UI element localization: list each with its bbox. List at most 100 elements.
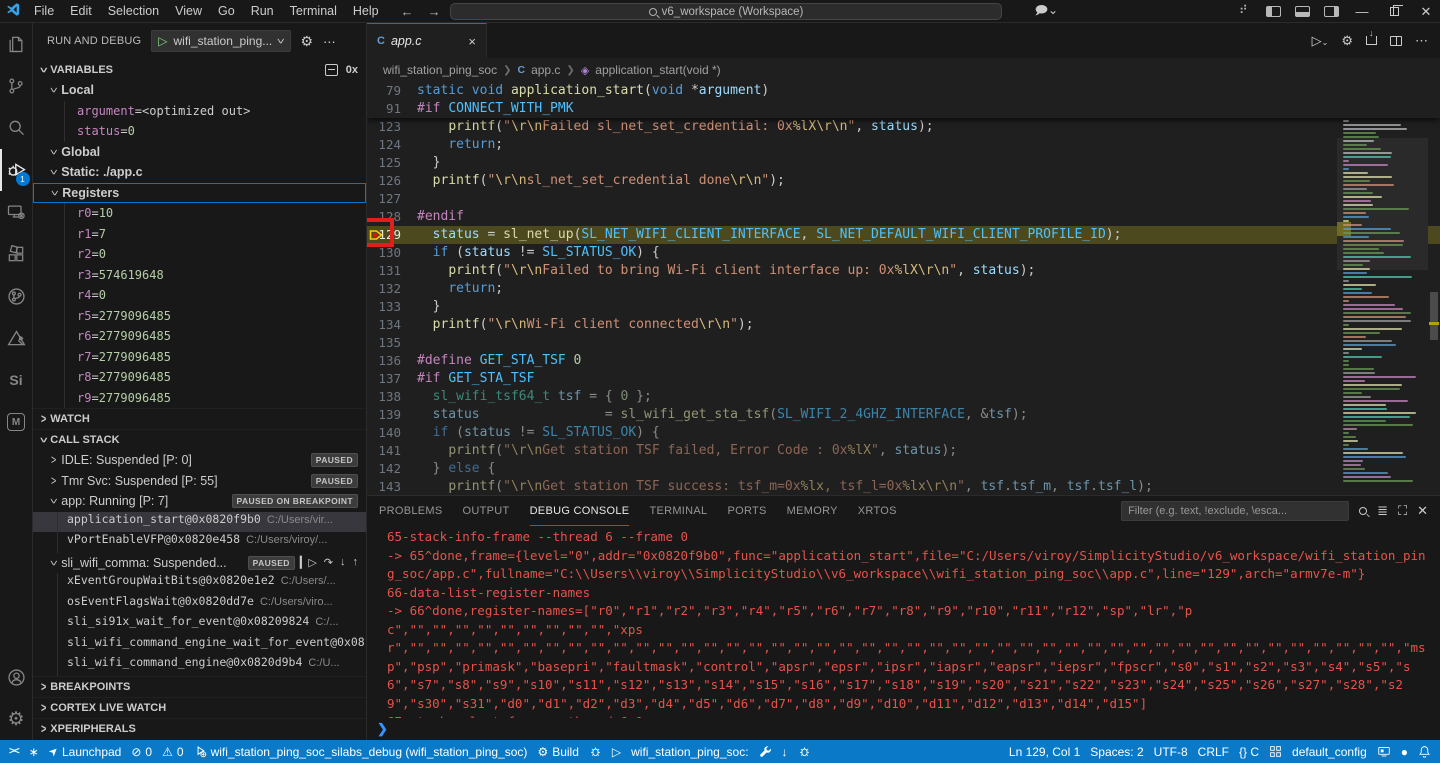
tab-app-c[interactable]: C app.c ×: [367, 23, 487, 58]
statusbar-remote[interactable]: ><: [4, 740, 24, 763]
scrollbar-thumb[interactable]: [1430, 292, 1438, 340]
tools-triangle-icon[interactable]: [0, 317, 33, 359]
variables-group-registers[interactable]: >Registers: [33, 183, 366, 204]
statusbar-wrench[interactable]: [754, 740, 777, 763]
variable-row[interactable]: r6 = 2779096485: [33, 326, 366, 347]
statusbar-debug-alt[interactable]: wifi_station_ping_soc_silabs_debug (wifi…: [189, 740, 533, 763]
debug-console-input[interactable]: ❯: [367, 718, 1440, 740]
toggle-sidebar-icon[interactable]: [1266, 6, 1281, 17]
account-icon[interactable]: [0, 656, 33, 698]
code-line-130[interactable]: 130 if (status != SL_STATUS_OK) {: [367, 244, 1440, 262]
menu-bar[interactable]: FileEditSelectionViewGoRunTerminalHelp: [26, 4, 387, 18]
filter-lines-icon[interactable]: ≣: [1377, 503, 1388, 519]
variable-row[interactable]: r8 = 2779096485: [33, 367, 366, 388]
minimap[interactable]: [1337, 82, 1428, 495]
statusbar-arrow-down[interactable]: ↓: [777, 740, 793, 763]
statusbar-bug[interactable]: [584, 740, 607, 763]
statusbar--c[interactable]: {} C: [1234, 740, 1264, 763]
editor-gear-icon[interactable]: ⚙: [1341, 33, 1353, 49]
variables-group-global[interactable]: >Global: [33, 142, 366, 163]
variable-row[interactable]: r2 = 0: [33, 244, 366, 265]
statusbar-wifi-station-ping-soc-[interactable]: wifi_station_ping_soc:: [626, 740, 753, 763]
stack-frame[interactable]: osEventFlagsWait@0x0820dd7eC:/Users/viro…: [33, 594, 366, 615]
statusbar-utf-8[interactable]: UTF-8: [1149, 740, 1193, 763]
remote-explorer-icon[interactable]: [0, 191, 33, 233]
statusbar-screen[interactable]: [1372, 740, 1396, 763]
code-lines[interactable]: 123 printf("\r\nFailed sl_net_set_creden…: [367, 118, 1440, 495]
variable-row[interactable]: r1 = 7: [33, 224, 366, 245]
statusbar-error[interactable]: ⊘0: [126, 740, 157, 763]
minimize-button[interactable]: —: [1348, 4, 1376, 19]
forward-icon[interactable]: →: [428, 4, 441, 19]
code-line-141[interactable]: 141 printf("\r\nGet station TSF failed, …: [367, 442, 1440, 460]
statusbar-grid[interactable]: [1264, 740, 1287, 763]
statusbar-gear[interactable]: ⚙Build: [532, 740, 583, 763]
variable-row[interactable]: argument = <optimized out>: [33, 101, 366, 122]
source-control-icon[interactable]: [0, 65, 33, 107]
code-line-133[interactable]: 133 }: [367, 298, 1440, 316]
toggle-secondary-sidebar-icon[interactable]: [1324, 6, 1339, 17]
explorer-icon[interactable]: [0, 23, 33, 65]
filter-input[interactable]: Filter (e.g. text, !exclude, \esca...: [1121, 501, 1349, 521]
statusbar-bell[interactable]: [1413, 740, 1436, 763]
menu-help[interactable]: Help: [345, 4, 387, 18]
code-line-138[interactable]: 138 sl_wifi_tsf64_t tsf = { 0 };: [367, 388, 1440, 406]
thread-row[interactable]: >app: Running [P: 7]PAUSED ON BREAKPOINT: [33, 491, 366, 512]
breadcrumb-project[interactable]: wifi_station_ping_soc: [383, 63, 497, 77]
panel-tab-output[interactable]: OUTPUT: [463, 496, 510, 526]
debug-config-dropdown[interactable]: ▷ wifi_station_ping... >: [151, 30, 290, 52]
variable-row[interactable]: r4 = 0: [33, 285, 366, 306]
back-icon[interactable]: ←: [401, 4, 414, 19]
panel-tab-memory[interactable]: MEMORY: [787, 496, 838, 526]
extensions-icon[interactable]: [0, 233, 33, 275]
run-and-debug-icon[interactable]: 1: [0, 149, 33, 191]
stack-frame[interactable]: application_start@0x0820f9b0C:/Users/vir…: [33, 512, 366, 533]
variable-row[interactable]: r5 = 2779096485: [33, 306, 366, 327]
restore-button[interactable]: [1380, 4, 1408, 19]
collapse-all-icon[interactable]: [325, 64, 338, 76]
breadcrumb-symbol[interactable]: application_start(void *): [595, 63, 720, 77]
run-or-debug-icon[interactable]: ▷⌄: [1312, 33, 1329, 49]
run-circle-icon[interactable]: [0, 275, 33, 317]
copilot-icon[interactable]: 🗩⌄: [1035, 1, 1058, 22]
code-line-91[interactable]: 91#if CONNECT_WITH_PMK: [367, 100, 1440, 118]
variables-section-header[interactable]: > VARIABLES 0x: [33, 59, 366, 80]
close-panel-icon[interactable]: ✕: [1417, 503, 1428, 519]
statusbar-sparkle[interactable]: ∗: [24, 740, 44, 763]
maximize-panel-icon[interactable]: ⛶: [1398, 503, 1407, 519]
tab-close-icon[interactable]: ×: [468, 34, 476, 49]
code-line-143[interactable]: 143 printf("\r\nGet station TSF success:…: [367, 478, 1440, 495]
start-debug-icon[interactable]: ▷: [158, 34, 167, 48]
variable-row[interactable]: r0 = 10: [33, 203, 366, 224]
menu-selection[interactable]: Selection: [100, 4, 167, 18]
thread-debug-controls[interactable]: ▎▷↷↓↑: [300, 556, 358, 569]
hex-toggle[interactable]: 0x: [346, 64, 358, 76]
toggle-panel-icon[interactable]: [1295, 6, 1310, 17]
statusbar-default-config[interactable]: default_config: [1287, 740, 1372, 763]
statusbar-play[interactable]: ▷: [607, 740, 626, 763]
breadcrumb-file[interactable]: app.c: [531, 63, 560, 77]
code-line-125[interactable]: 125 }: [367, 154, 1440, 172]
code-editor[interactable]: ⠿ ↻ ▎▶ ↷ ↓ ↑ ↺ ⌄ 79static void applicati…: [367, 82, 1440, 495]
code-line-136[interactable]: 136#define GET_STA_TSF 0: [367, 352, 1440, 370]
panel-tab-ports[interactable]: PORTS: [727, 496, 766, 526]
variable-row[interactable]: r3 = 574619648: [33, 265, 366, 286]
menu-edit[interactable]: Edit: [62, 4, 100, 18]
variable-row[interactable]: status = 0: [33, 121, 366, 142]
code-line-131[interactable]: 131 printf("\r\nFailed to bring Wi-Fi cl…: [367, 262, 1440, 280]
section-xperipherals[interactable]: >XPERIPHERALS: [33, 718, 366, 739]
statusbar-warning[interactable]: ⚠0: [157, 740, 188, 763]
readme-icon[interactable]: M: [0, 401, 33, 443]
code-line-134[interactable]: 134 printf("\r\nWi-Fi client connected\r…: [367, 316, 1440, 334]
panel-tab-xrtos[interactable]: XRTOS: [858, 496, 897, 526]
statusbar-rocket[interactable]: ➤Launchpad: [44, 740, 127, 763]
thread-row[interactable]: >sli_wifi_comma: Suspended...PAUSED▎▷↷↓↑: [33, 553, 366, 574]
editor-more-icon[interactable]: ⋯: [1415, 33, 1428, 49]
code-line-132[interactable]: 132 return;: [367, 280, 1440, 298]
search-icon[interactable]: [1359, 507, 1367, 515]
section-cortex-live-watch[interactable]: >CORTEX LIVE WATCH: [33, 697, 366, 718]
code-line-127[interactable]: 127: [367, 190, 1440, 208]
silicon-labs-icon[interactable]: Si: [0, 359, 33, 401]
stack-frame[interactable]: vPortEnableVFP@0x0820e458C:/Users/viroy/…: [33, 532, 366, 553]
close-button[interactable]: ✕: [1412, 4, 1440, 20]
